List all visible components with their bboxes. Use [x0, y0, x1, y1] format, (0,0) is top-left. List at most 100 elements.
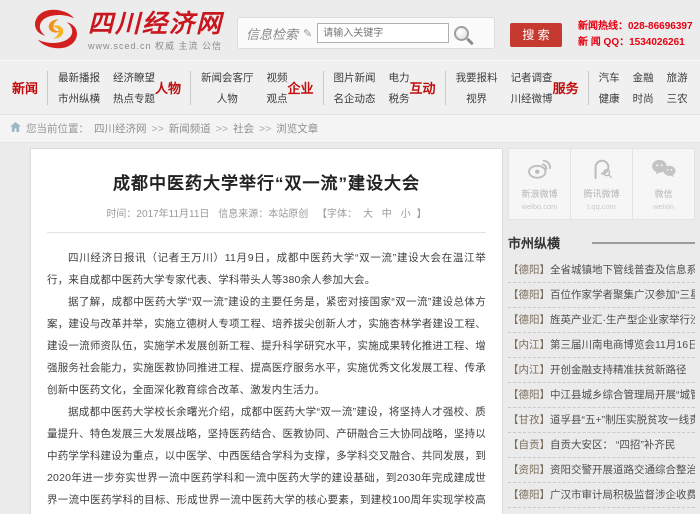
article-meta: 时间：2017年11月11日 信息来源：本站原创 【字体：大 中 小】: [47, 205, 486, 233]
nav-item-people[interactable]: 人物: [155, 78, 181, 97]
nav-link[interactable]: 新闻会客厅: [201, 70, 254, 85]
nav-link[interactable]: 名企动态: [334, 91, 376, 106]
nav-link[interactable]: 热点专题: [113, 91, 155, 106]
font-size-large[interactable]: 大: [363, 209, 373, 220]
tencent-weibo-link[interactable]: 腾讯微博 t.qq.com: [571, 149, 633, 219]
logo-swirl-icon: [30, 7, 82, 56]
news-tag: 【德阳】: [508, 289, 550, 301]
nav-link[interactable]: 我要报料: [456, 70, 498, 85]
nav-link[interactable]: 人物: [217, 91, 238, 106]
wechat-icon: [650, 158, 678, 185]
nav-item-service[interactable]: 服务: [553, 78, 579, 97]
nav-link[interactable]: 视频: [267, 70, 288, 85]
nav-group-enterprise: 企业 图片新闻 名企动态 电力 税务: [288, 70, 410, 106]
city-news-list: 【德阳】全省城镇地下管线普查及信息系统建设 【德阳】百位作家学者聚集广汉参加“三…: [508, 258, 695, 508]
site-tagline: www.sced.cn 权威 主流 公信: [88, 39, 223, 52]
breadcrumb: 您当前位置： 四川经济网 >> 新闻频道 >> 社会 >> 浏览文章: [0, 115, 700, 143]
home-icon: [10, 122, 21, 135]
page-title: 成都中医药大学举行“双一流”建设大会: [47, 169, 486, 194]
search-button[interactable]: 搜 索: [510, 23, 562, 47]
nav-link[interactable]: 最新播报: [58, 70, 100, 85]
divider: [445, 71, 446, 105]
breadcrumb-current: 浏览文章: [276, 121, 318, 136]
social-name: 微信: [654, 187, 672, 200]
nav-item-enterprise[interactable]: 企业: [288, 78, 314, 97]
nav-link[interactable]: 经济瞭望: [113, 70, 155, 85]
nav-group-interact: 互动 我要报料 视界 记者调查 川经微博: [410, 70, 553, 106]
site-logo[interactable]: 四川经济网 www.sced.cn 权威 主流 公信: [30, 7, 223, 56]
pencil-icon: ✎: [303, 27, 312, 40]
social-domain: weixin: [653, 202, 674, 211]
list-item[interactable]: 【内江】开创金融支持精准扶贫新路径: [508, 358, 695, 383]
news-tag: 【自贡】: [508, 439, 550, 451]
divider: [323, 71, 324, 105]
list-item[interactable]: 【自贡】自贡大安区： “四招”补齐民: [508, 433, 695, 458]
nav-link[interactable]: 健康: [599, 91, 620, 106]
news-qq: 新 闻 QQ：1534026261: [578, 35, 693, 51]
breadcrumb-home[interactable]: 四川经济网: [94, 121, 147, 136]
news-title: 道孚县“五+”制压实脱贫攻一线责任: [550, 414, 695, 426]
news-tag: 【德阳】: [508, 389, 550, 401]
social-share-box: 新浪微博 weibo.com 腾讯微博 t.qq.com: [508, 148, 695, 220]
article-paragraph: 四川经济日报讯（记者王万川）11月9日，成都中医药大学“双一流”建设大会在温江举…: [47, 247, 486, 291]
list-item[interactable]: 【资阳】资阳交警开展道路交通综合整治执勤执: [508, 458, 695, 483]
list-item[interactable]: 【德阳】全省城镇地下管线普查及信息系统建设: [508, 258, 695, 283]
breadcrumb-separator: >>: [152, 123, 164, 135]
divider: [592, 242, 695, 244]
nav-link[interactable]: 图片新闻: [334, 70, 376, 85]
list-item[interactable]: 【甘孜】道孚县“五+”制压实脱贫攻一线责任: [508, 408, 695, 433]
wechat-link[interactable]: 微信 weixin: [633, 149, 694, 219]
nav-link[interactable]: 观点: [267, 91, 288, 106]
site-slogan: 权威 主流 公信: [155, 41, 222, 51]
contact-info: 新闻热线：028-86696397 新 闻 QQ：1534026261: [578, 19, 693, 51]
nav-link[interactable]: 视界: [466, 91, 487, 106]
list-item[interactable]: 【德阳】百位作家学者聚集广汉参加“三星堆与: [508, 283, 695, 308]
nav-link[interactable]: 电力: [389, 70, 410, 85]
main-nav: 新闻 最新播报 市州纵横 经济瞭望 热点专题 人物 新闻会客厅 人物 视频 观点: [0, 60, 700, 115]
font-size-medium[interactable]: 中: [382, 209, 392, 220]
nav-link[interactable]: 三农: [667, 91, 688, 106]
nav-link[interactable]: 记者调查: [511, 70, 553, 85]
list-item[interactable]: 【德阳】广汉市审计局积极监督涉企收费权力运: [508, 483, 695, 508]
font-size-small[interactable]: 小: [401, 209, 411, 220]
list-item[interactable]: 【内江】第三届川南电商博览会11月16日内江启: [508, 333, 695, 358]
news-title: 中江县城乡综合管理局开展“城管榜: [550, 389, 695, 401]
news-tag: 【内江】: [508, 364, 550, 376]
list-item[interactable]: 【德阳】中江县城乡综合管理局开展“城管榜: [508, 383, 695, 408]
sina-weibo-link[interactable]: 新浪微博 weibo.com: [509, 149, 571, 219]
site-url: www.sced.cn: [88, 41, 152, 51]
news-tag: 【内江】: [508, 339, 550, 351]
font-size-suffix: 】: [417, 209, 427, 220]
sidebar: 新浪微博 weibo.com 腾讯微博 t.qq.com: [508, 148, 695, 514]
nav-item-news[interactable]: 新闻: [12, 78, 38, 97]
nav-link[interactable]: 汽车: [599, 70, 620, 85]
nav-link[interactable]: 税务: [389, 91, 410, 106]
breadcrumb-category[interactable]: 社会: [233, 121, 254, 136]
breadcrumb-separator: >>: [259, 123, 271, 135]
nav-link[interactable]: 金融: [633, 70, 654, 85]
site-header: 四川经济网 www.sced.cn 权威 主流 公信 信息检索 ✎ 搜 索 新闻…: [0, 0, 700, 60]
news-hotline: 新闻热线：028-86696397: [578, 19, 693, 35]
nav-group-news: 新闻 最新播报 市州纵横 经济瞭望 热点专题: [12, 70, 155, 106]
tencent-weibo-icon: [588, 158, 616, 185]
list-item[interactable]: 【德阳】旌英产业汇·生产型企业家举行沙龙交: [508, 308, 695, 333]
nav-link[interactable]: 时尚: [633, 91, 654, 106]
search-magnifier-icon[interactable]: [454, 26, 469, 41]
news-title: 旌英产业汇·生产型企业家举行沙龙交: [550, 314, 695, 326]
nav-link[interactable]: 旅游: [667, 70, 688, 85]
news-tag: 【资阳】: [508, 464, 550, 476]
news-title: 资阳交警开展道路交通综合整治执勤执: [550, 464, 695, 476]
city-news-header: 市州纵横: [508, 233, 695, 252]
breadcrumb-channel[interactable]: 新闻频道: [169, 121, 211, 136]
search-input[interactable]: [317, 23, 449, 43]
nav-link[interactable]: 川经微博: [511, 91, 553, 106]
nav-item-interact[interactable]: 互动: [410, 78, 436, 97]
news-tag: 【德阳】: [508, 314, 550, 326]
divider: [588, 71, 589, 105]
nav-group-people: 人物 新闻会客厅 人物 视频 观点: [155, 70, 288, 106]
article-panel: 成都中医药大学举行“双一流”建设大会 时间：2017年11月11日 信息来源：本…: [30, 148, 503, 514]
social-domain: weibo.com: [522, 202, 558, 211]
divider: [47, 71, 48, 105]
nav-link[interactable]: 市州纵横: [58, 91, 100, 106]
search-bar: 信息检索 ✎: [237, 17, 495, 49]
